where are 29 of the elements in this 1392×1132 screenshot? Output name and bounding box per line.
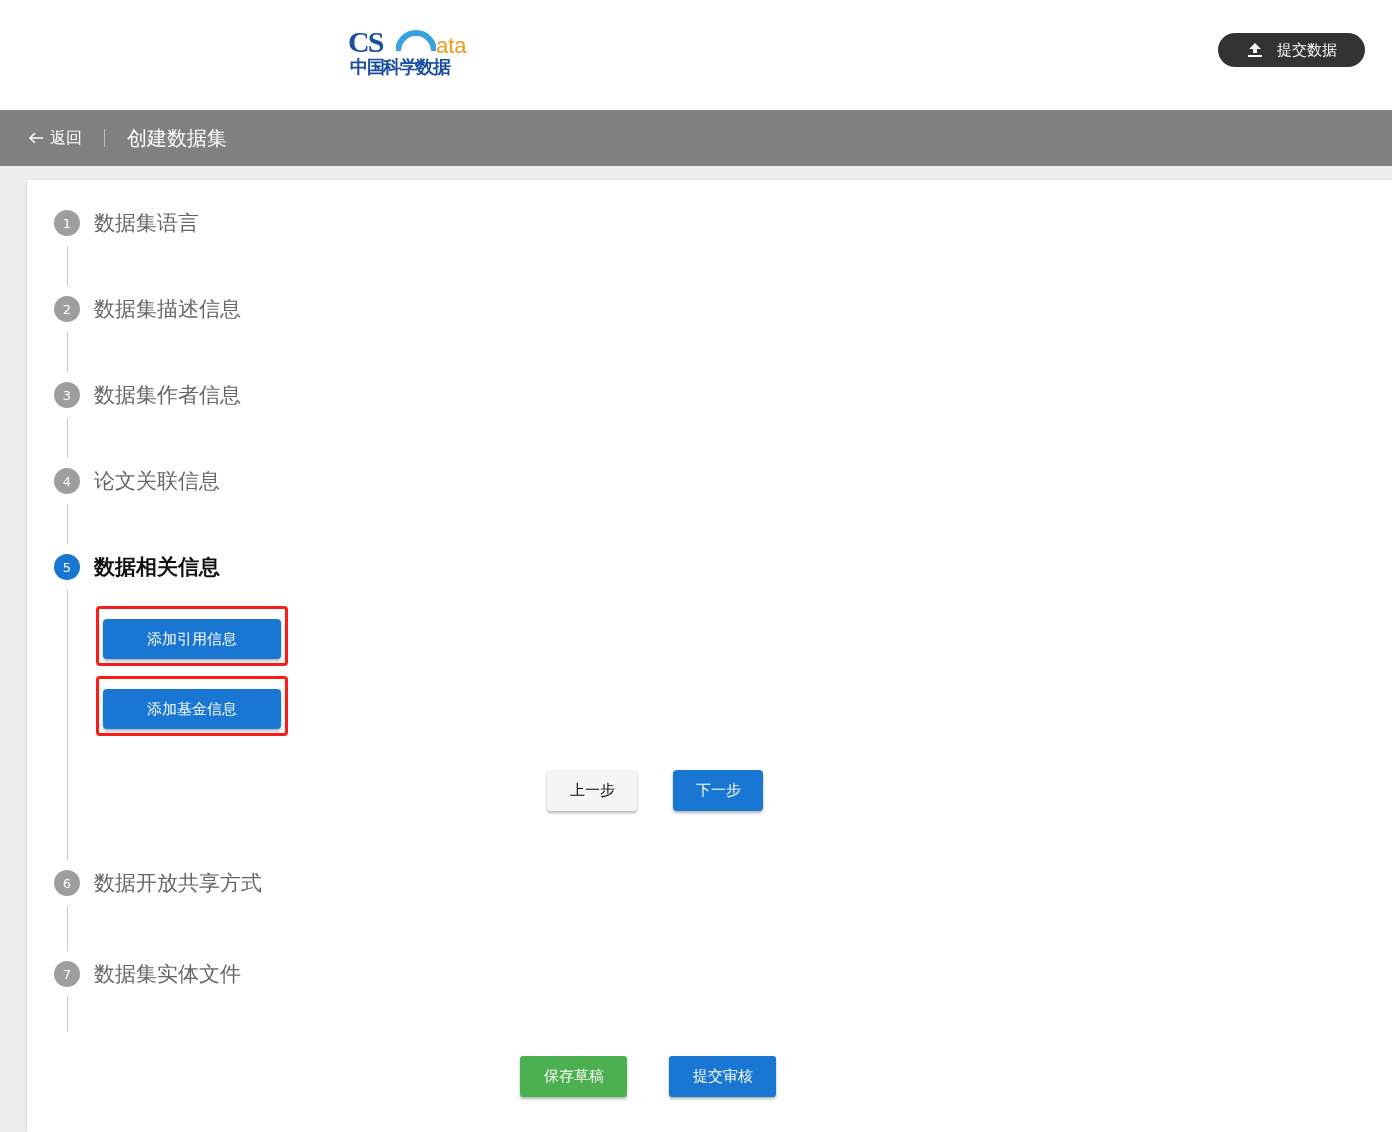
arc-icon	[396, 29, 436, 53]
step-label[interactable]: 数据集描述信息	[94, 295, 241, 323]
step-label[interactable]: 数据集语言	[94, 209, 199, 237]
step-label[interactable]: 数据相关信息	[94, 553, 220, 581]
step-number: 6	[54, 870, 80, 896]
back-arrow-icon	[28, 131, 44, 145]
step-number: 5	[54, 554, 80, 580]
back-label[interactable]: 返回	[50, 127, 82, 149]
step-label[interactable]: 论文关联信息	[94, 467, 220, 495]
step-label[interactable]: 数据开放共享方式	[94, 869, 262, 897]
prev-button[interactable]: 上一步	[547, 770, 637, 811]
step-label[interactable]: 数据集作者信息	[94, 381, 241, 409]
add-button[interactable]: 添加基金信息	[103, 689, 281, 729]
back-link[interactable]: 返回	[28, 127, 82, 149]
submit-review-button[interactable]: 提交审核	[669, 1056, 776, 1097]
step-number: 2	[54, 296, 80, 322]
step-number: 1	[54, 210, 80, 236]
logo-subtitle: 中国科学数据	[350, 57, 449, 77]
add-button[interactable]: 添加引用信息	[103, 619, 281, 659]
page-title: 创建数据集	[127, 124, 227, 152]
step-number: 3	[54, 382, 80, 408]
logo-suffix: ata	[436, 35, 467, 57]
upload-icon	[1246, 42, 1263, 58]
step-number: 7	[54, 961, 80, 987]
submit-data-button[interactable]: 提交数据	[1218, 33, 1365, 67]
step-number: 4	[54, 468, 80, 494]
step-label[interactable]: 数据集实体文件	[94, 960, 241, 988]
next-button[interactable]: 下一步	[673, 770, 763, 811]
logo-mark: CS	[348, 27, 383, 57]
